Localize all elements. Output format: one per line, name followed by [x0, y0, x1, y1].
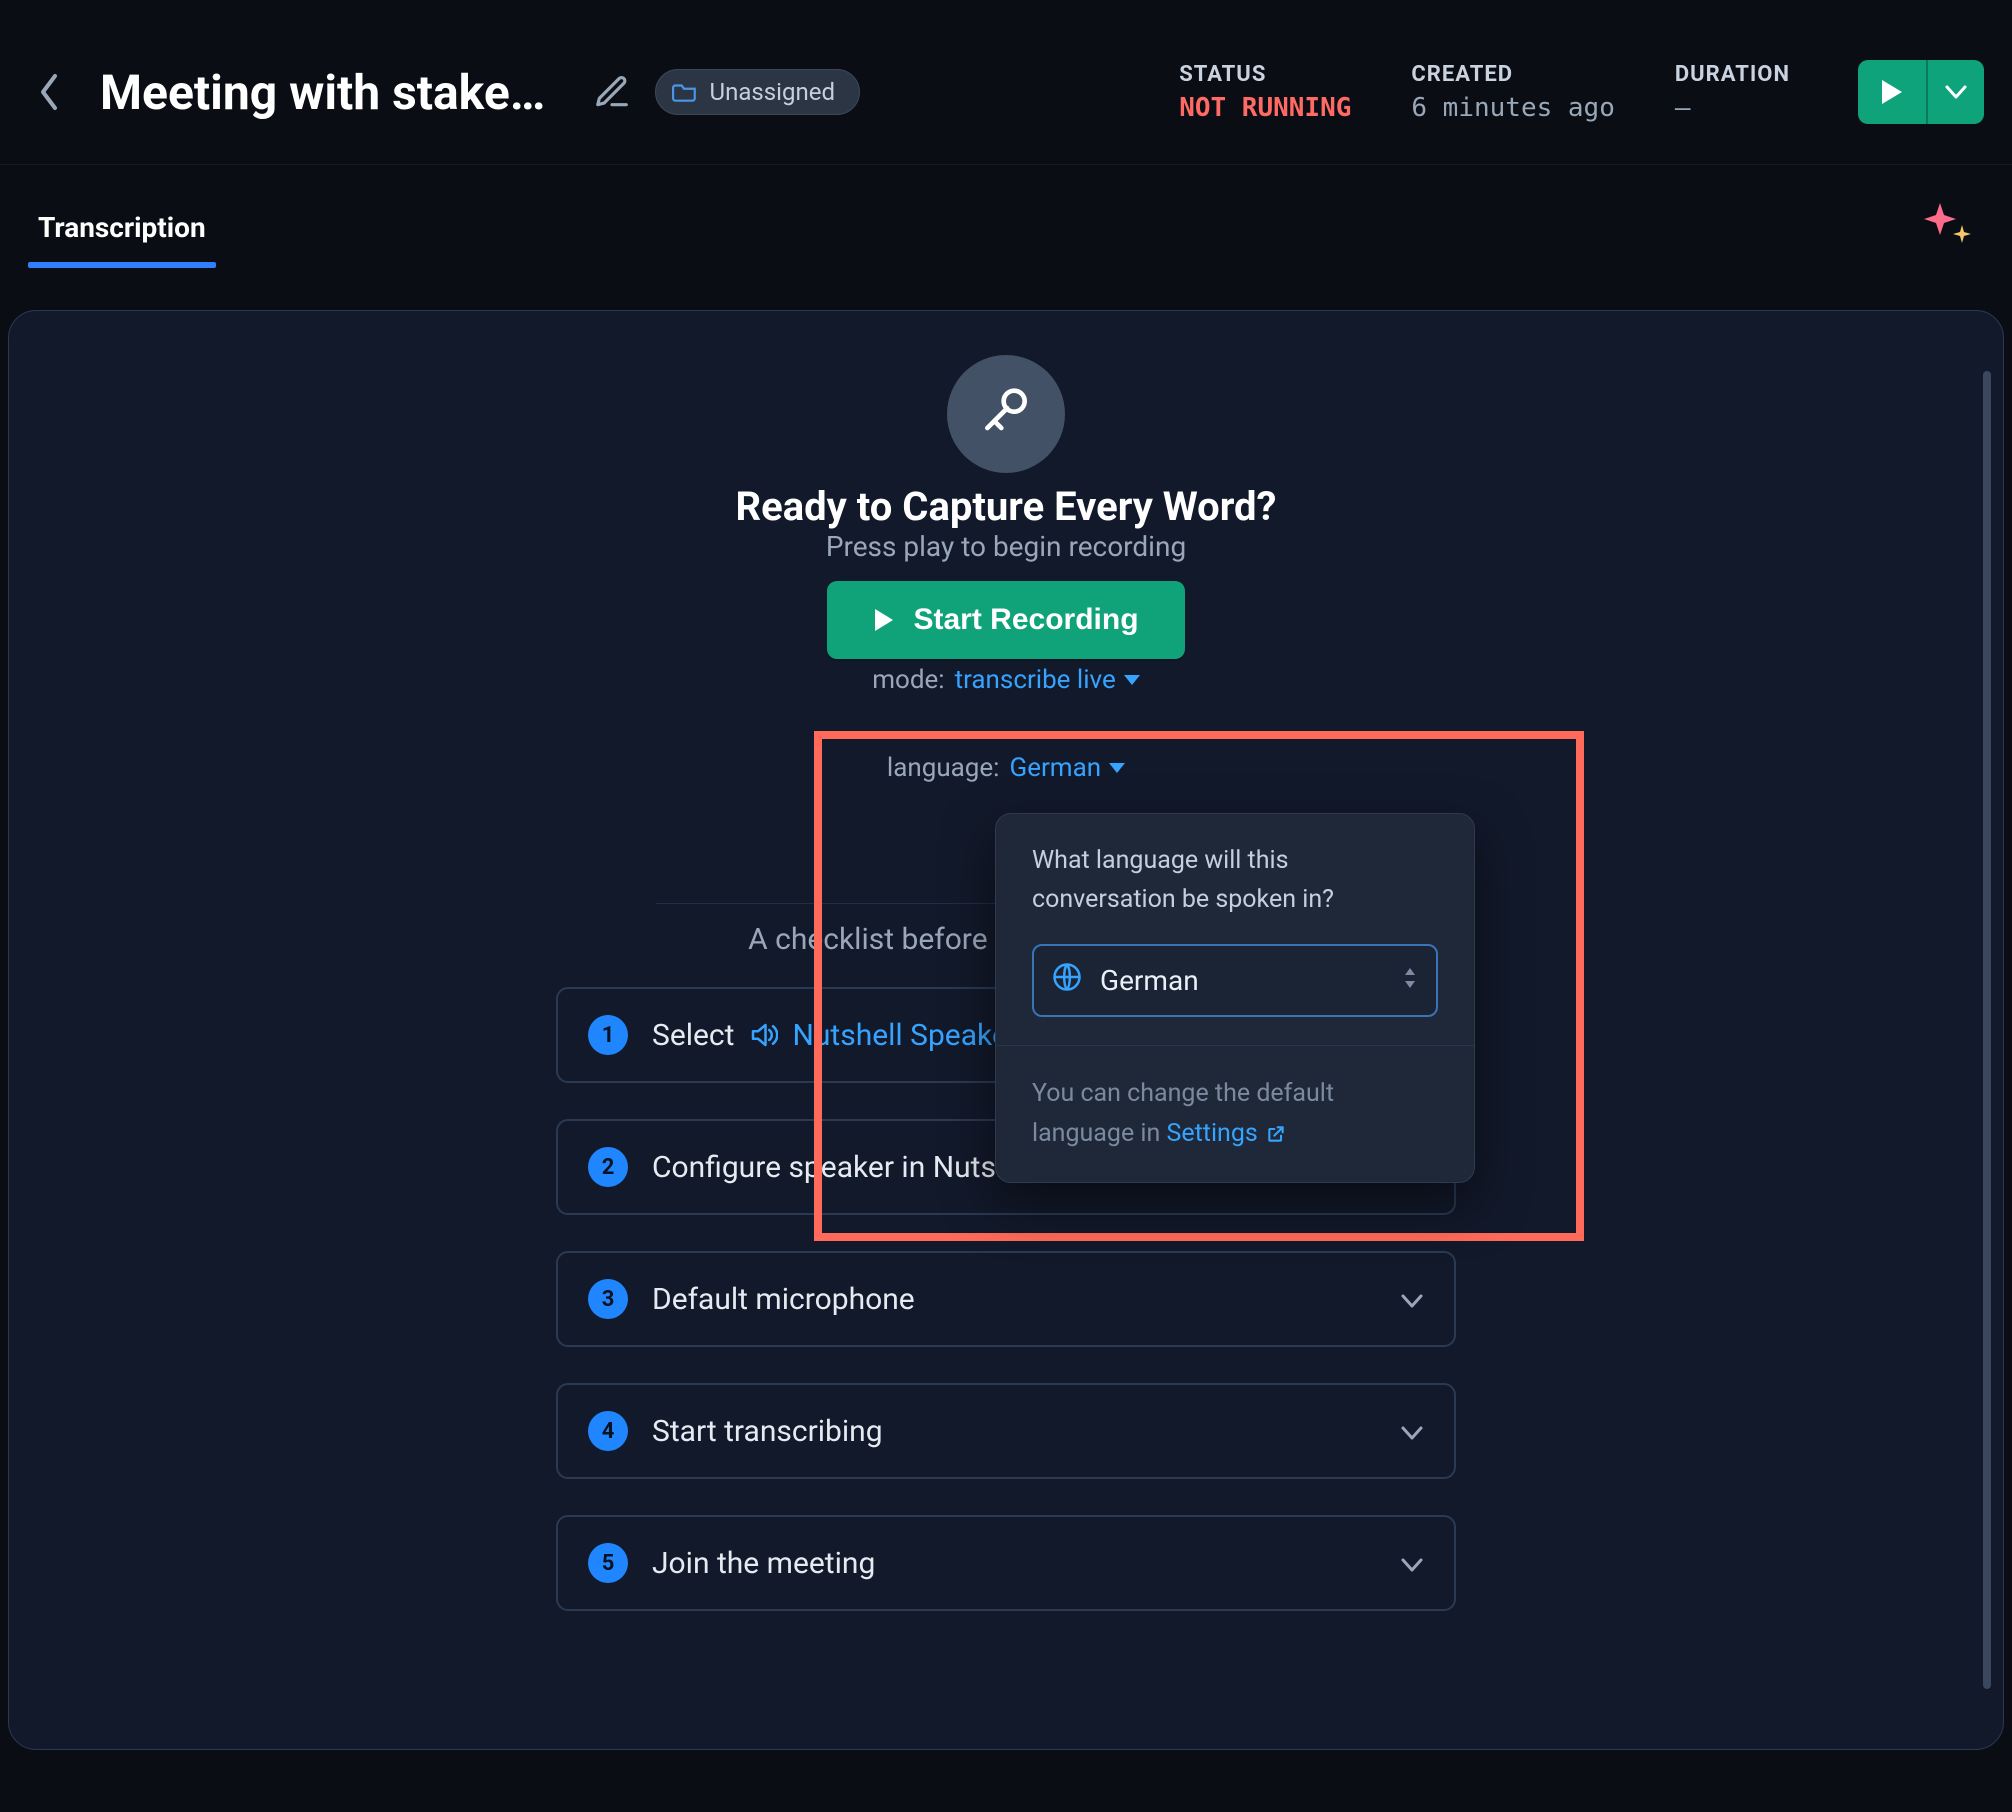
page-title: Meeting with stakeholde…: [100, 64, 569, 121]
caret-down-icon: [1124, 675, 1140, 685]
popover-hint: You can change the default language in S…: [1032, 1074, 1438, 1154]
page-header: Meeting with stakeholde… Unassigned STAT…: [0, 0, 2012, 165]
expand-toggle[interactable]: [1400, 1414, 1424, 1449]
checklist-item-prefix: Select: [652, 1018, 734, 1053]
microphone-avatar: [947, 355, 1065, 473]
panel-wrap: Ready to Capture Every Word? Press play …: [0, 266, 2012, 1758]
chevron-down-icon: [1945, 85, 1967, 99]
play-icon: [1880, 78, 1904, 106]
play-icon: [873, 607, 895, 633]
mode-select[interactable]: transcribe live: [955, 665, 1140, 695]
checklist-item-text: Join the meeting: [652, 1546, 1376, 1581]
checklist-item-label: Start transcribing: [652, 1414, 883, 1449]
checklist-item-text: Start transcribing: [652, 1414, 1376, 1449]
created-label: CREATED: [1411, 62, 1615, 87]
start-recording-button[interactable]: Start Recording: [827, 581, 1184, 659]
duration-col: DURATION –: [1675, 62, 1790, 123]
step-badge: 4: [588, 1411, 628, 1451]
checklist-item-join-meeting[interactable]: 5 Join the meeting: [556, 1515, 1456, 1611]
caret-down-icon: [1109, 763, 1125, 773]
ai-sparkles-button[interactable]: [1920, 193, 1976, 249]
language-select-value: German: [1100, 964, 1384, 997]
status-label: STATUS: [1179, 62, 1351, 87]
select-sort-icon: [1402, 964, 1418, 997]
microphone-icon: [978, 386, 1034, 442]
language-row: language: German: [887, 753, 1125, 783]
hero-subtitle: Press play to begin recording: [826, 530, 1186, 563]
duration-value: –: [1675, 93, 1790, 123]
popover-top-section: What language will this conversation be …: [996, 814, 1474, 1045]
globe-icon: [1052, 962, 1082, 999]
step-badge: 3: [588, 1279, 628, 1319]
tab-transcription[interactable]: Transcription: [28, 189, 216, 266]
step-badge: 1: [588, 1015, 628, 1055]
folder-icon: [672, 81, 698, 103]
settings-link[interactable]: Settings: [1167, 1114, 1286, 1154]
checklist-item-label: Default microphone: [652, 1282, 915, 1317]
mode-label: mode:: [872, 665, 944, 695]
back-button[interactable]: [28, 70, 72, 114]
run-dropdown-button[interactable]: [1928, 60, 1984, 124]
tabs-row: Transcription: [0, 165, 2012, 266]
hero-title: Ready to Capture Every Word?: [736, 483, 1277, 530]
run-split-button: [1858, 60, 1984, 124]
popover-bottom-section: You can change the default language in S…: [996, 1046, 1474, 1182]
chevron-left-icon: [38, 72, 62, 112]
mode-row: mode: transcribe live: [872, 665, 1140, 695]
created-value: 6 minutes ago: [1411, 93, 1615, 123]
language-popover: What language will this conversation be …: [995, 813, 1475, 1183]
created-col: CREATED 6 minutes ago: [1411, 62, 1615, 123]
step-badge: 2: [588, 1147, 628, 1187]
main-panel: Ready to Capture Every Word? Press play …: [8, 310, 2004, 1750]
checklist-item-link: Nutshell Speaker: [792, 1018, 1018, 1053]
external-link-icon: [1266, 1124, 1286, 1144]
language-label: language:: [887, 753, 1000, 783]
language-select-trigger[interactable]: German: [1009, 753, 1125, 783]
edit-title-button[interactable]: [593, 73, 631, 111]
speaker-icon: [748, 1020, 778, 1050]
run-button[interactable]: [1858, 60, 1926, 124]
settings-link-label: Settings: [1167, 1114, 1258, 1154]
pencil-icon: [593, 73, 631, 111]
expand-toggle[interactable]: [1400, 1282, 1424, 1317]
step-badge: 5: [588, 1543, 628, 1583]
popover-question: What language will this conversation be …: [1032, 842, 1438, 920]
expand-toggle[interactable]: [1400, 1546, 1424, 1581]
status-col: STATUS NOT RUNNING: [1179, 62, 1351, 123]
chevron-down-icon: [1400, 1557, 1424, 1573]
status-value: NOT RUNNING: [1179, 93, 1351, 123]
start-recording-label: Start Recording: [913, 603, 1138, 637]
title-block: Meeting with stakeholde… Unassigned: [100, 64, 860, 121]
checklist-item-start-transcribing[interactable]: 4 Start transcribing: [556, 1383, 1456, 1479]
scrollbar[interactable]: [1983, 371, 1991, 1689]
checklist-item-text: Default microphone: [652, 1282, 1376, 1317]
checklist-item-label: Join the meeting: [652, 1546, 875, 1581]
language-value: German: [1009, 753, 1101, 783]
checklist-item-default-microphone[interactable]: 3 Default microphone: [556, 1251, 1456, 1347]
chevron-down-icon: [1400, 1293, 1424, 1309]
mode-value: transcribe live: [955, 665, 1116, 695]
chevron-down-icon: [1400, 1425, 1424, 1441]
language-select[interactable]: German: [1032, 944, 1438, 1017]
meta-block: STATUS NOT RUNNING CREATED 6 minutes ago…: [1179, 60, 1984, 124]
sparkles-icon: [1920, 193, 1976, 249]
duration-label: DURATION: [1675, 62, 1790, 87]
assignee-chip[interactable]: Unassigned: [655, 69, 860, 115]
assignee-chip-label: Unassigned: [710, 78, 835, 106]
